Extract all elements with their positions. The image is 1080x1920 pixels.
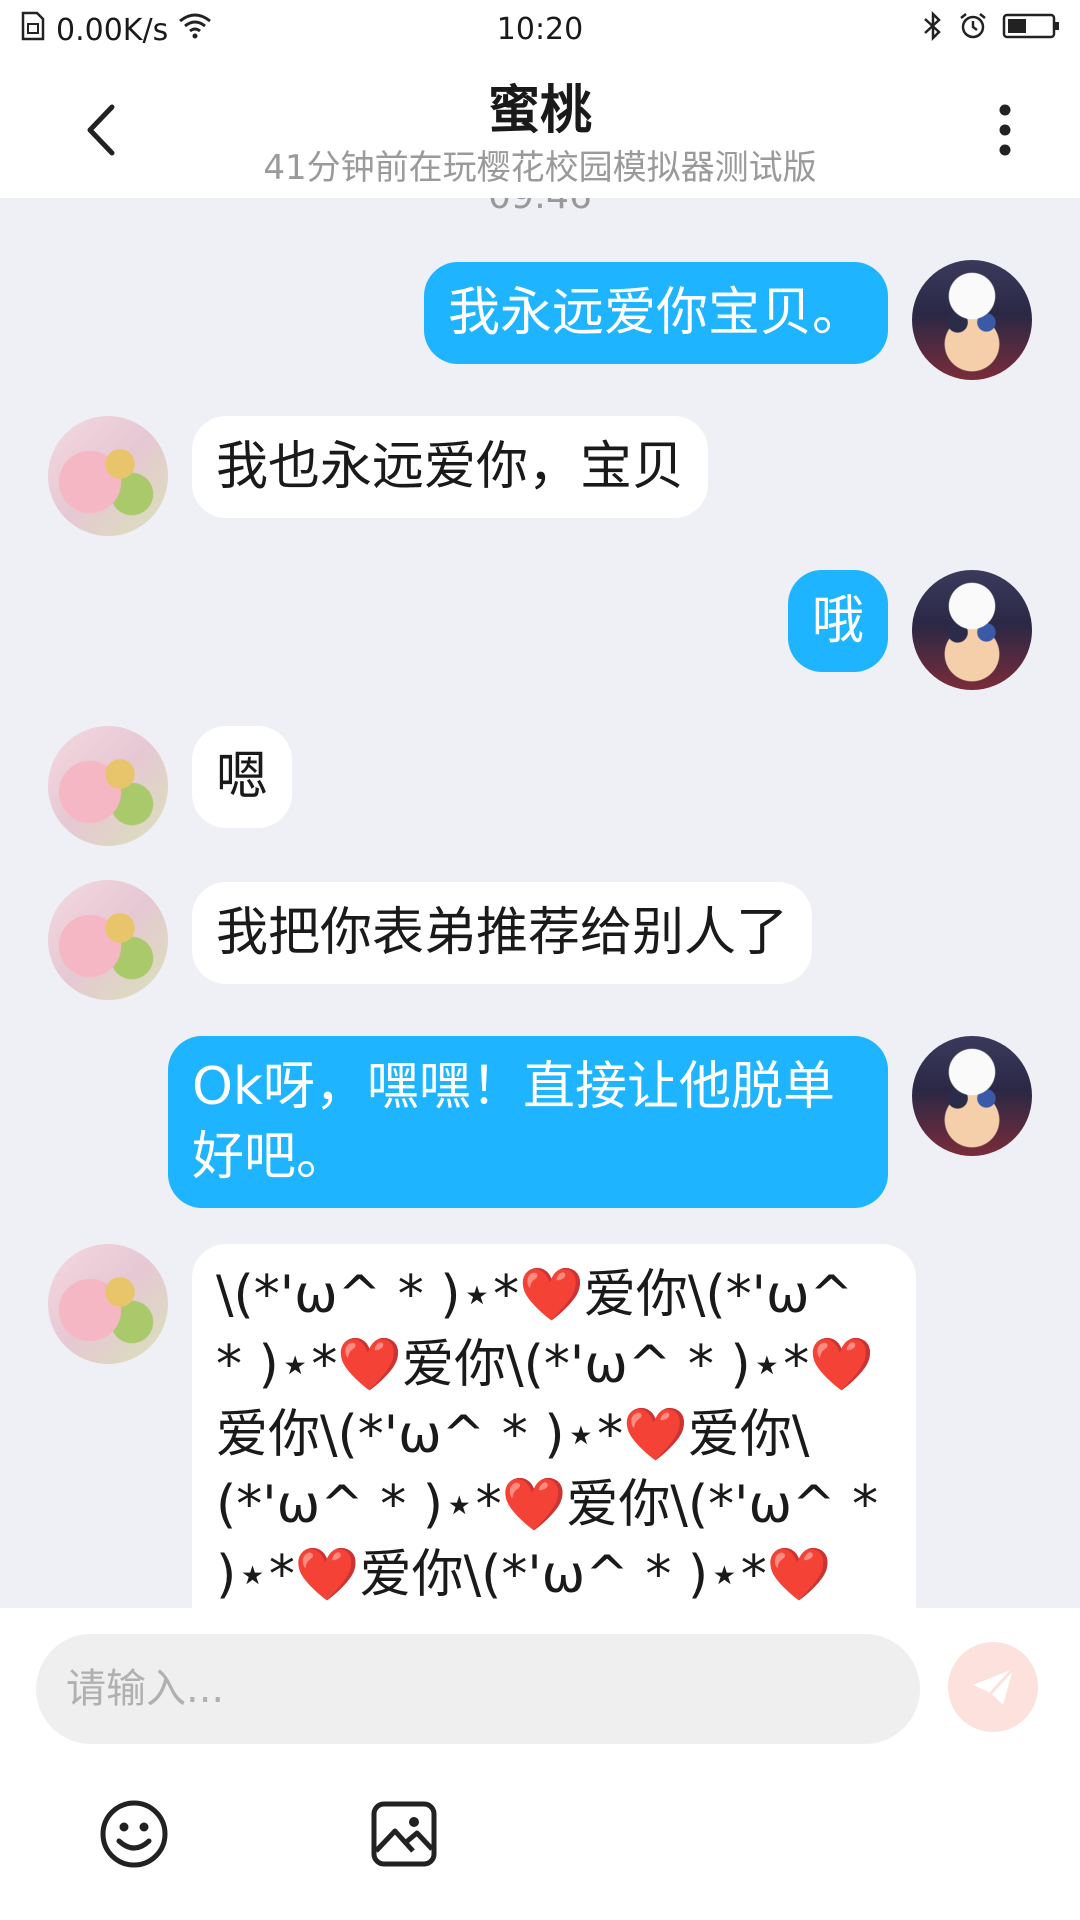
message-bubble-sent[interactable]: 我永远爱你宝贝。	[423, 262, 888, 364]
contact-avatar[interactable]	[48, 416, 168, 536]
my-avatar[interactable]	[912, 1036, 1032, 1156]
image-button[interactable]	[368, 1798, 440, 1870]
smiley-icon	[100, 1800, 168, 1868]
chat-header: 蜜桃 41分钟前在玩樱花校园模拟器测试版	[0, 60, 1080, 198]
contact-avatar[interactable]	[48, 880, 168, 1000]
input-bar: 请输入...	[0, 1608, 1080, 1920]
contact-name: 蜜桃	[487, 81, 592, 141]
status-time: 10:20	[496, 12, 584, 47]
my-avatar[interactable]	[912, 570, 1032, 690]
send-button[interactable]	[948, 1642, 1038, 1732]
chat-messages[interactable]: 09:46 我永远爱你宝贝。 我也永远爱你，宝贝 哦 嗯 我把你表弟推荐给别人了…	[0, 198, 1080, 1608]
contact-status: 41分钟前在玩樱花校园模拟器测试版	[263, 148, 817, 188]
image-icon	[371, 1801, 437, 1867]
message-bubble-sent[interactable]: Ok呀，嘿嘿！直接让他脱单好吧。	[168, 1036, 888, 1208]
status-bar: 0.00K/s 10:20	[0, 0, 1080, 60]
my-avatar[interactable]	[912, 260, 1032, 380]
message-bubble-received[interactable]: 我也永远爱你，宝贝	[192, 416, 709, 518]
send-icon	[973, 1667, 1015, 1705]
message-bubble-received[interactable]: \(*'ω^ * )⋆*❤️爱你\(*'ω^ * )⋆*❤️爱你\(*'ω^ *…	[192, 1244, 916, 1608]
contact-avatar[interactable]	[48, 726, 168, 846]
message-timestamp: 09:46	[0, 198, 1080, 217]
message-bubble-sent[interactable]: 哦	[787, 570, 888, 672]
message-bubble-received[interactable]: 我把你表弟推荐给别人了	[192, 882, 813, 984]
more-options-button[interactable]	[980, 100, 1030, 160]
emoji-button[interactable]	[98, 1798, 170, 1870]
message-bubble-received[interactable]: 嗯	[192, 726, 293, 828]
message-input[interactable]: 请输入...	[36, 1634, 920, 1744]
contact-avatar[interactable]	[48, 1244, 168, 1364]
more-vertical-icon	[999, 104, 1011, 156]
